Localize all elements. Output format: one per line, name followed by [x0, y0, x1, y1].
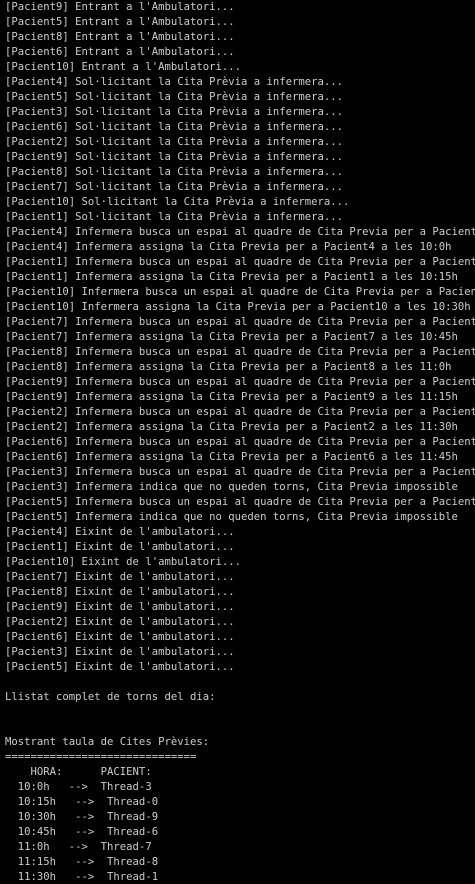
- terminal-line: Mostrant taula de Cites Prèvies:: [5, 736, 210, 748]
- terminal-line: [Pacient6] Eixint de l'ambulatori...: [5, 631, 235, 643]
- terminal-line: [Pacient10] Eixint de l'ambulatori...: [5, 556, 241, 568]
- terminal-line: [Pacient8] Entrant a l'Ambulatori...: [5, 31, 235, 43]
- terminal-line: [Pacient5] Infermera indica que no quede…: [5, 511, 458, 523]
- terminal-line: [Pacient6] Infermera busca un espai al q…: [5, 436, 475, 448]
- terminal-line: 10:0h --> Thread-3: [5, 781, 152, 793]
- terminal-line: [Pacient5] Sol·licitant la Cita Prèvia a…: [5, 91, 344, 103]
- terminal-line: [Pacient5] Eixint de l'ambulatori...: [5, 661, 235, 673]
- terminal-line: [Pacient7] Infermera assigna la Cita Pre…: [5, 331, 458, 343]
- terminal-line: Llistat complet de torns del dia:: [5, 691, 216, 703]
- terminal-line: [Pacient1] Sol·licitant la Cita Prèvia a…: [5, 211, 344, 223]
- terminal-line: [Pacient2] Eixint de l'ambulatori...: [5, 616, 235, 628]
- terminal-line: [Pacient6] Sol·licitant la Cita Prèvia a…: [5, 121, 344, 133]
- terminal-line: ==============================: [5, 751, 197, 763]
- terminal-line: [Pacient3] Sol·licitant la Cita Prèvia a…: [5, 106, 344, 118]
- terminal-line: 10:30h --> Thread-9: [5, 811, 159, 823]
- terminal-line: [Pacient3] Infermera busca un espai al q…: [5, 466, 475, 478]
- terminal-line: [Pacient4] Eixint de l'ambulatori...: [5, 526, 235, 538]
- terminal-line: [Pacient6] Entrant a l'Ambulatori...: [5, 46, 235, 58]
- terminal-line: [Pacient8] Sol·licitant la Cita Prèvia a…: [5, 166, 344, 178]
- terminal-line: 10:45h --> Thread-6: [5, 826, 159, 838]
- terminal-line: [Pacient4] Infermera assigna la Cita Pre…: [5, 241, 452, 253]
- terminal-line: [Pacient7] Sol·licitant la Cita Prèvia a…: [5, 181, 344, 193]
- terminal-line: [Pacient9] Infermera assigna la Cita Pre…: [5, 391, 458, 403]
- terminal-line: [Pacient4] Infermera busca un espai al q…: [5, 226, 475, 238]
- terminal-line: [Pacient2] Infermera busca un espai al q…: [5, 406, 475, 418]
- terminal-line: [Pacient6] Infermera assigna la Cita Pre…: [5, 451, 458, 463]
- terminal-line: [Pacient9] Eixint de l'ambulatori...: [5, 601, 235, 613]
- terminal-line: [Pacient8] Infermera busca un espai al q…: [5, 346, 475, 358]
- terminal-line: 11:30h --> Thread-1: [5, 871, 159, 883]
- terminal-line: [Pacient1] Eixint de l'ambulatori...: [5, 541, 235, 553]
- terminal-line: 11:0h --> Thread-7: [5, 841, 152, 853]
- terminal-line: [Pacient10] Entrant a l'Ambulatori...: [5, 61, 241, 73]
- terminal-line: 10:15h --> Thread-0: [5, 796, 159, 808]
- terminal-line: [Pacient5] Infermera busca un espai al q…: [5, 496, 475, 508]
- terminal-line: [Pacient9] Sol·licitant la Cita Prèvia a…: [5, 151, 344, 163]
- terminal-line: [Pacient8] Infermera assigna la Cita Pre…: [5, 361, 452, 373]
- terminal-line: [Pacient5] Entrant a l'Ambulatori...: [5, 16, 235, 28]
- terminal-line: [Pacient9] Infermera busca un espai al q…: [5, 376, 475, 388]
- terminal-line: [Pacient10] Infermera busca un espai al …: [5, 286, 475, 298]
- terminal-line: [Pacient7] Infermera busca un espai al q…: [5, 316, 475, 328]
- terminal-line: [Pacient1] Infermera assigna la Cita Pre…: [5, 271, 458, 283]
- terminal-line: [Pacient2] Sol·licitant la Cita Prèvia a…: [5, 136, 344, 148]
- terminal-line: [Pacient7] Eixint de l'ambulatori...: [5, 571, 235, 583]
- terminal-line: [Pacient8] Eixint de l'ambulatori...: [5, 586, 235, 598]
- terminal-line: [Pacient1] Infermera busca un espai al q…: [5, 256, 475, 268]
- terminal-line: HORA: PACIENT:: [5, 766, 152, 778]
- terminal-line: [Pacient10] Sol·licitant la Cita Prèvia …: [5, 196, 350, 208]
- terminal-line: 11:15h --> Thread-8: [5, 856, 159, 868]
- terminal-line: [Pacient3] Eixint de l'ambulatori...: [5, 646, 235, 658]
- terminal-line: [Pacient3] Infermera indica que no quede…: [5, 481, 458, 493]
- terminal-output[interactable]: [Pacient9] Entrant a l'Ambulatori... [Pac…: [0, 0, 475, 884]
- terminal-line: [Pacient4] Sol·licitant la Cita Prèvia a…: [5, 76, 344, 88]
- terminal-line: [Pacient10] Infermera assigna la Cita Pr…: [5, 301, 471, 313]
- terminal-line: [Pacient9] Entrant a l'Ambulatori...: [5, 1, 235, 13]
- terminal-line: [Pacient2] Infermera assigna la Cita Pre…: [5, 421, 458, 433]
